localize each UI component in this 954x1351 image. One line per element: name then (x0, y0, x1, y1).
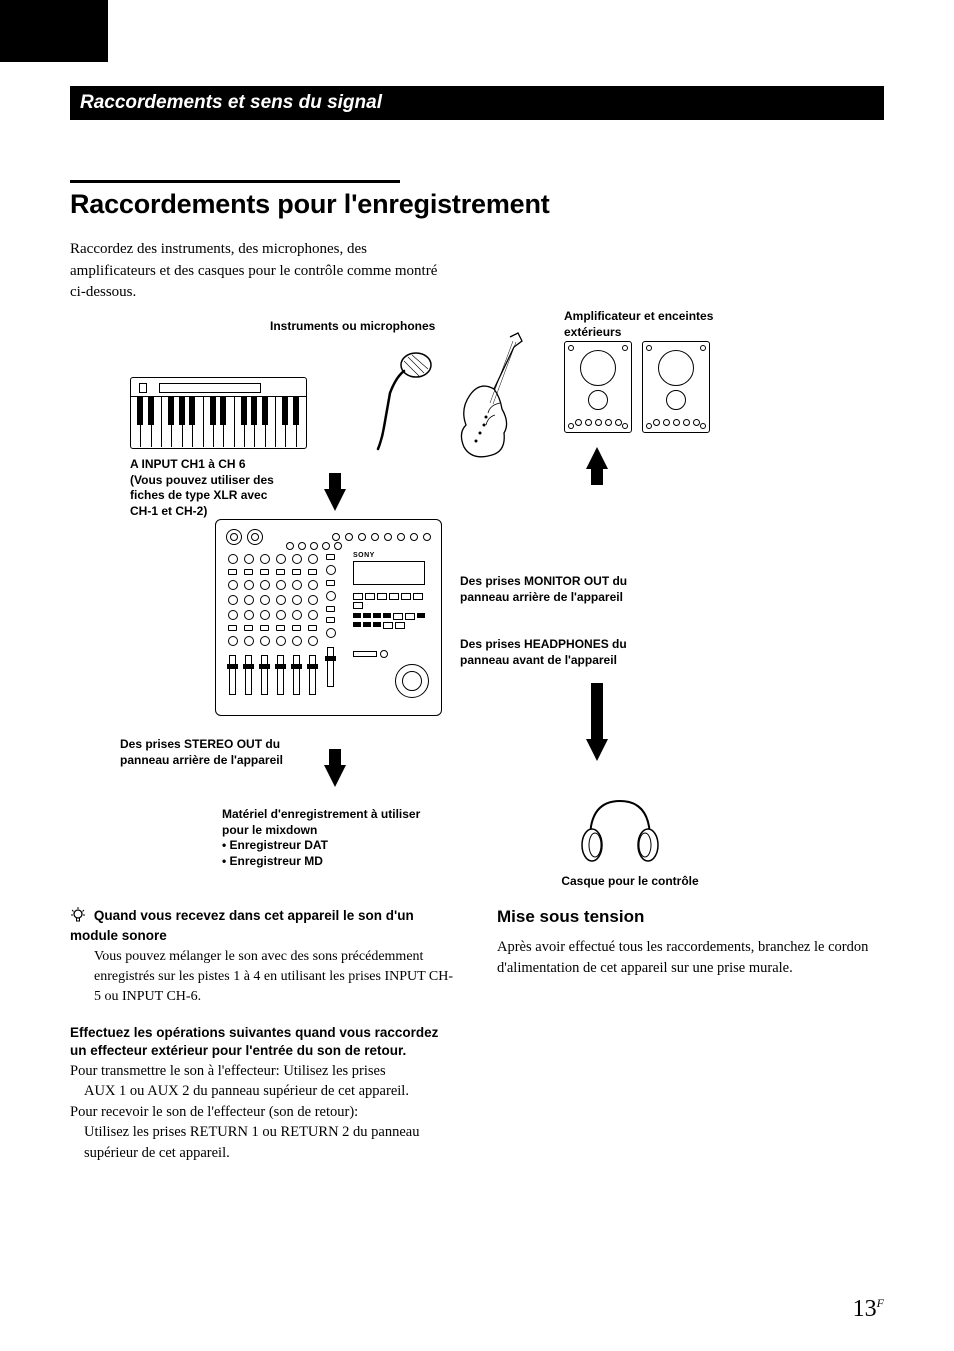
brand-label: SONY (353, 552, 433, 559)
recording-eq-2: • Enregistreur MD (222, 854, 323, 868)
tip-block: Quand vous recevez dans cet appareil le … (70, 907, 457, 1006)
label-headphones-out: Des prises HEADPHONES du panneau avant d… (460, 637, 670, 668)
header-black-box (0, 0, 108, 62)
page-title: Raccordements pour l'enregistrement (70, 189, 884, 221)
power-body: Après avoir effectué tous les raccordeme… (497, 937, 884, 978)
headphones-icon (570, 789, 670, 869)
arrow-down-icon (586, 739, 608, 761)
label-monitor-out: Des prises MONITOR OUT du panneau arrièr… (460, 574, 670, 605)
connection-diagram: Instruments ou microphones Amplificateur… (70, 319, 880, 899)
effector-line1a: Pour transmettre le son à l'effecteur: U… (70, 1061, 457, 1082)
tip-body: Vous pouvez mélanger le son avec des son… (94, 947, 457, 1006)
speaker-left-icon (564, 341, 632, 433)
microphone-icon (360, 347, 440, 457)
power-heading: Mise sous tension (497, 907, 884, 927)
label-stereo-out: Des prises STEREO OUT du panneau arrière… (120, 737, 310, 768)
label-headphones-caption: Casque pour le contrôle (530, 874, 730, 890)
label-input-ch: A INPUT CH1 à CH 6 (Vous pouvez utiliser… (130, 457, 290, 519)
page-number-value: 13 (853, 1296, 877, 1322)
effector-line2a: Pour recevoir le son de l'effecteur (son… (70, 1102, 457, 1123)
keyboard-icon (130, 377, 307, 449)
page-number-suffix: F (877, 1296, 884, 1310)
label-recording-eq: Matériel d'enregistrement à utiliser pou… (222, 807, 422, 869)
mixer-unit-icon: SONY (215, 519, 442, 716)
label-instruments: Instruments ou microphones (270, 319, 435, 335)
effector-line1b: AUX 1 ou AUX 2 du panneau supérieur de c… (70, 1081, 457, 1102)
tip-heading: Quand vous recevez dans cet appareil le … (70, 908, 414, 943)
effector-line2b: Utilisez les prises RETURN 1 ou RETURN 2… (70, 1122, 457, 1163)
section-bar: Raccordements et sens du signal (70, 86, 884, 120)
arrow-down-icon (324, 765, 346, 787)
effector-heading: Effectuez les opérations suivantes quand… (70, 1024, 457, 1060)
tip-icon (70, 907, 86, 927)
intro-paragraph: Raccordez des instruments, des microphon… (70, 239, 450, 304)
page-number: 13F (853, 1296, 884, 1323)
arrow-down-icon (324, 489, 346, 511)
speaker-right-icon (642, 341, 710, 433)
heading-rule (70, 180, 400, 183)
arrow-up-icon (586, 447, 608, 469)
recording-eq-title: Matériel d'enregistrement à utiliser pou… (222, 807, 420, 837)
label-amp-speakers: Amplificateur et enceintes extérieurs (564, 309, 754, 340)
recording-eq-1: • Enregistreur DAT (222, 838, 328, 852)
guitar-icon (450, 333, 540, 463)
